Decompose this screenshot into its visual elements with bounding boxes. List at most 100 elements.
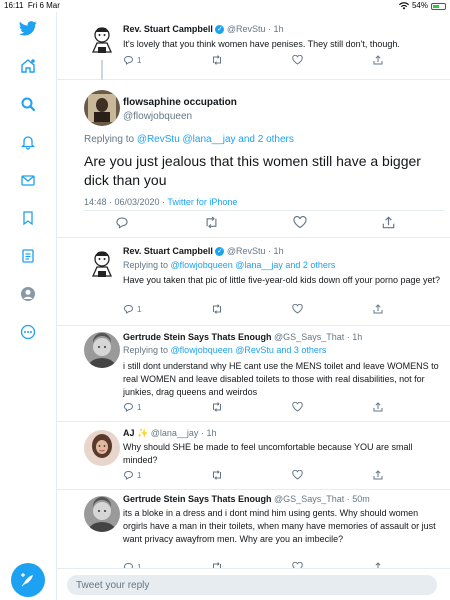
reply-icon: [124, 305, 134, 314]
like-button[interactable]: [292, 402, 304, 412]
reply-input[interactable]: [67, 575, 437, 595]
share-button[interactable]: [373, 55, 383, 65]
retweet-button[interactable]: [211, 470, 223, 480]
tweet-item[interactable]: Rev. Stuart Campbell ✓ @RevStu · 1h Repl…: [57, 238, 450, 326]
share-button[interactable]: [373, 304, 383, 314]
heart-icon: [292, 304, 304, 314]
replying-to-link[interactable]: @flowjobqueen @RevStu and 3 others: [171, 345, 327, 355]
tweet-item[interactable]: Gertrude Stein Says Thats Enough @GS_Say…: [57, 490, 450, 568]
author-name[interactable]: Gertrude Stein Says Thats Enough: [123, 332, 272, 342]
author-handle[interactable]: @RevStu: [227, 246, 266, 256]
like-button[interactable]: [292, 470, 304, 480]
profile-avatar-icon[interactable]: [18, 284, 38, 304]
like-button[interactable]: [292, 304, 304, 314]
replying-to: Replying to @flowjobqueen @RevStu and 3 …: [123, 345, 326, 355]
retweet-icon: [212, 402, 221, 412]
retweet-icon: [206, 216, 217, 229]
compose-tweet-button[interactable]: [11, 563, 45, 597]
tweet-header: AJ ✨ @lana__jay · 1h: [123, 428, 216, 439]
replying-to-link[interactable]: @RevStu @lana__jay and 2 others: [137, 134, 294, 145]
bookmarks-icon[interactable]: [18, 208, 38, 228]
reply-count: 1: [137, 402, 142, 412]
like-button[interactable]: [293, 216, 307, 229]
tweet-time: · 1h: [268, 24, 284, 34]
tweet-header: Rev. Stuart Campbell ✓ @RevStu · 1h: [123, 246, 284, 257]
share-icon: [373, 402, 383, 412]
status-right: 54%: [398, 0, 446, 12]
reply-button[interactable]: [115, 216, 129, 229]
share-icon: [373, 304, 383, 314]
author-handle[interactable]: @GS_Says_That: [274, 332, 344, 342]
share-button[interactable]: [373, 470, 383, 480]
more-options-icon[interactable]: [18, 322, 38, 342]
divider: [84, 210, 444, 211]
reply-button[interactable]: 1: [123, 304, 141, 314]
avatar[interactable]: [84, 90, 120, 126]
tweet-header: Gertrude Stein Says Thats Enough @GS_Say…: [123, 332, 362, 342]
tweet-text: its a bloke in a dress and i dont mind h…: [123, 508, 436, 544]
share-button[interactable]: [373, 402, 383, 412]
tweet-actions: 1: [123, 304, 383, 314]
tweet-text: It's lovely that you think women have pe…: [123, 39, 400, 49]
author-handle[interactable]: @GS_Says_That: [274, 494, 344, 504]
author-handle[interactable]: @lana__jay: [151, 428, 199, 438]
retweet-icon: [212, 470, 221, 480]
reply-button[interactable]: 1: [123, 402, 141, 412]
tweet-text: Why should SHE be made to feel uncomfort…: [123, 442, 413, 465]
tweet-time: · 1h: [268, 246, 284, 256]
author-handle[interactable]: @RevStu: [227, 24, 266, 34]
share-button[interactable]: [382, 216, 395, 229]
reply-button[interactable]: 1: [123, 470, 141, 480]
retweet-button[interactable]: [211, 55, 223, 65]
retweet-button[interactable]: [211, 304, 223, 314]
lists-icon[interactable]: [18, 246, 38, 266]
author-name[interactable]: AJ: [123, 428, 135, 438]
twitter-logo-icon[interactable]: [18, 18, 38, 38]
tweet-item[interactable]: Rev. Stuart Campbell ✓ @RevStu · 1h It's…: [57, 12, 450, 80]
author-name[interactable]: Rev. Stuart Campbell: [123, 24, 213, 34]
tweet-header: flowsaphine occupation: [123, 97, 237, 108]
status-bar: 16:11 Fri 6 Mar 54%: [0, 0, 450, 12]
author-name[interactable]: flowsaphine occupation: [123, 97, 237, 108]
replying-to-prefix: Replying to: [123, 345, 169, 355]
tweet-text: Have you taken that pic of little five-y…: [123, 275, 441, 285]
replying-to-link[interactable]: @flowjobqueen @lana__jay and 2 others: [171, 260, 336, 270]
tweet-actions: 1: [123, 55, 383, 65]
retweet-button[interactable]: [204, 216, 219, 229]
tweet-handle-row: @flowjobqueen: [123, 111, 192, 122]
nav-rail: [0, 12, 57, 600]
tweet-text: Are you just jealous that this women sti…: [84, 153, 421, 188]
retweet-icon: [212, 55, 221, 65]
author-name[interactable]: Gertrude Stein Says Thats Enough: [123, 494, 272, 504]
tweet-actions: 1: [123, 402, 383, 412]
like-button[interactable]: [292, 55, 304, 65]
verified-badge-icon: ✓: [215, 247, 225, 257]
avatar[interactable]: [84, 246, 120, 282]
search-icon[interactable]: [18, 94, 38, 114]
avatar[interactable]: [84, 496, 120, 532]
tweet-item[interactable]: AJ ✨ @lana__jay · 1h Why should SHE be m…: [57, 422, 450, 490]
avatar[interactable]: [84, 430, 120, 466]
tweet-text: i still dont understand why HE cant use …: [123, 361, 439, 397]
messages-envelope-icon[interactable]: [18, 170, 38, 190]
tweet-time: · 50m: [346, 494, 370, 504]
tweet-client[interactable]: Twitter for iPhone: [167, 197, 237, 207]
replying-to: Replying to @flowjobqueen @lana__jay and…: [123, 260, 335, 270]
home-icon[interactable]: [18, 56, 38, 76]
reply-button[interactable]: 1: [123, 55, 141, 65]
tweet-item[interactable]: Gertrude Stein Says Thats Enough @GS_Say…: [57, 326, 450, 422]
retweet-button[interactable]: [211, 402, 223, 412]
author-name[interactable]: Rev. Stuart Campbell: [123, 246, 213, 256]
heart-icon: [292, 402, 304, 412]
tweet-time: · 1h: [200, 428, 217, 438]
replying-to: Replying to @RevStu @lana__jay and 2 oth…: [84, 134, 294, 145]
replying-to-prefix: Replying to: [84, 134, 135, 145]
reply-icon: [124, 56, 134, 65]
avatar[interactable]: [84, 332, 120, 368]
notifications-bell-icon[interactable]: [18, 132, 38, 152]
avatar[interactable]: [84, 22, 120, 58]
reply-count: 1: [137, 470, 142, 480]
heart-icon: [293, 216, 307, 229]
share-icon: [373, 470, 383, 480]
author-handle[interactable]: @flowjobqueen: [123, 111, 192, 122]
